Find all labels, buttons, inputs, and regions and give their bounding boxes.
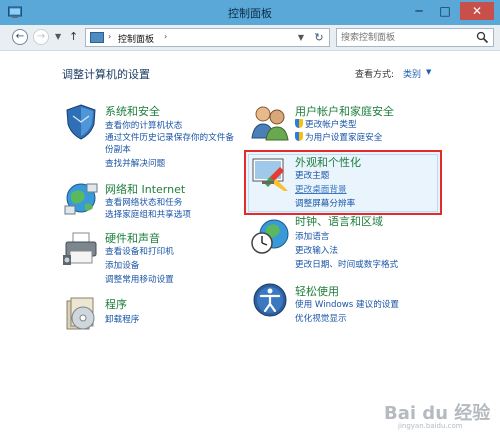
link-troubleshoot[interactable]: 查找并解决问题	[105, 158, 165, 170]
search-box[interactable]	[336, 28, 494, 47]
clock-globe-icon[interactable]	[250, 216, 290, 256]
address-dropdown[interactable]: ▼	[298, 33, 304, 42]
link-family-safety[interactable]: 为用户设置家庭安全	[295, 132, 382, 144]
category-title[interactable]: 硬件和声音	[105, 230, 160, 246]
minimize-button[interactable]: ─	[407, 2, 431, 20]
up-button[interactable]: ↑	[69, 30, 78, 43]
link-label[interactable]: 为用户设置家庭安全	[305, 133, 382, 143]
title-bar: 控制面板 ─ □ ✕	[0, 0, 500, 25]
network-icon[interactable]	[61, 180, 101, 220]
link-mobility-settings[interactable]: 调整常用移动设置	[105, 274, 174, 286]
ease-of-access-icon[interactable]	[250, 280, 290, 320]
programs-icon[interactable]	[61, 295, 101, 335]
category-title[interactable]: 轻松使用	[295, 283, 339, 299]
shield-icon[interactable]	[61, 102, 101, 142]
category-title[interactable]: 用户帐户和家庭安全	[295, 103, 394, 119]
breadcrumb[interactable]: › 控制面板 › ▼	[85, 28, 310, 47]
link-uninstall[interactable]: 卸载程序	[105, 314, 139, 326]
link-file-history-cont[interactable]: 份副本	[105, 144, 131, 156]
recent-locations-dropdown[interactable]: ▼	[55, 32, 61, 41]
link-change-desktop-background[interactable]: 更改桌面背景	[295, 184, 347, 196]
link-optimize-display[interactable]: 优化视觉显示	[295, 313, 347, 325]
search-input[interactable]	[341, 31, 471, 45]
category-title[interactable]: 程序	[105, 296, 127, 312]
link-change-theme[interactable]: 更改主题	[295, 170, 329, 182]
link-change-account-type[interactable]: 更改帐户类型	[295, 119, 357, 131]
printer-icon[interactable]	[61, 229, 101, 269]
link-add-device[interactable]: 添加设备	[105, 260, 139, 272]
breadcrumb-separator[interactable]: ›	[108, 32, 111, 41]
maximize-button[interactable]: □	[433, 2, 457, 20]
breadcrumb-separator[interactable]: ›	[164, 32, 167, 41]
category-title[interactable]: 系统和安全	[105, 103, 160, 119]
chevron-down-icon[interactable]: ▼	[426, 68, 431, 76]
link-change-input-method[interactable]: 更改输入法	[295, 245, 338, 257]
baidu-watermark-url: jingyan.baidu.com	[398, 422, 463, 430]
link-screen-resolution[interactable]: 调整屏幕分辨率	[295, 198, 355, 210]
link-homegroup[interactable]: 选择家庭组和共享选项	[105, 209, 191, 221]
link-devices-printers[interactable]: 查看设备和打印机	[105, 246, 174, 258]
users-icon[interactable]	[250, 102, 290, 142]
close-button[interactable]: ✕	[460, 2, 494, 20]
uac-shield-icon	[295, 132, 303, 141]
view-by-dropdown[interactable]: 类别	[403, 67, 421, 80]
view-by-label: 查看方式:	[355, 70, 395, 80]
search-icon[interactable]	[476, 31, 489, 44]
page-title: 调整计算机的设置	[62, 68, 150, 81]
refresh-button[interactable]: ↻	[309, 28, 330, 47]
link-network-status[interactable]: 查看网络状态和任务	[105, 197, 182, 209]
back-button[interactable]: ←	[12, 29, 28, 45]
link-recommended-settings[interactable]: 使用 Windows 建议的设置	[295, 299, 399, 311]
category-title[interactable]: 时钟、语言和区域	[295, 213, 383, 229]
link-view-computer-status[interactable]: 查看你的计算机状态	[105, 120, 182, 132]
appearance-icon[interactable]	[250, 153, 290, 193]
link-add-language[interactable]: 添加语言	[295, 231, 329, 243]
control-panel-content: 调整计算机的设置 查看方式: 类别 ▼ 系统和安全 查看你的计算机状态 通过文件…	[0, 52, 500, 446]
link-label[interactable]: 更改帐户类型	[305, 120, 357, 130]
link-change-date-time-format[interactable]: 更改日期、时间或数字格式	[295, 259, 398, 271]
breadcrumb-control-panel[interactable]: 控制面板	[118, 32, 154, 45]
category-title[interactable]: 网络和 Internet	[105, 181, 185, 197]
uac-shield-icon	[295, 119, 303, 128]
forward-button[interactable]: →	[33, 29, 49, 45]
control-panel-icon	[90, 32, 104, 43]
address-bar: ← → ▼ ↑ › 控制面板 › ▼ ↻	[0, 25, 500, 51]
link-file-history[interactable]: 通过文件历史记录保存你的文件备	[105, 132, 234, 144]
category-title[interactable]: 外观和个性化	[295, 154, 361, 170]
